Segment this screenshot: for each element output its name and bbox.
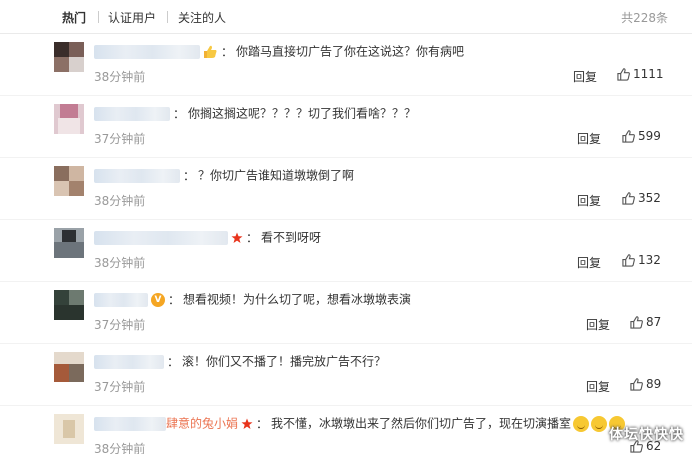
tab-hot[interactable]: 热门 (62, 9, 86, 26)
star-icon (241, 418, 253, 429)
comment-total-count: 共228条 (621, 11, 668, 25)
like-count: 1111 (633, 67, 664, 81)
comment-text: 看不到呀呀 (261, 230, 322, 245)
comment-time: 37分钟前 (94, 132, 146, 146)
comment-item: ：看不到呀呀 38分钟前 回复 132 (0, 220, 692, 282)
thumbs-up-icon (630, 378, 643, 391)
avatar[interactable] (54, 290, 84, 320)
reply-button[interactable]: 回复 (586, 316, 610, 333)
like-count: 132 (638, 253, 661, 267)
comment-time: 38分钟前 (94, 256, 146, 270)
comment-item: ：你搁这搁这呢？？？？切了我们看啥？？？ 37分钟前 回复 599 (0, 96, 692, 158)
username[interactable]: 肆意的兔小娟 (166, 417, 238, 431)
tab-following[interactable]: 关注的人 (178, 9, 226, 26)
like-button[interactable]: 352 (622, 191, 661, 205)
avatar[interactable] (54, 166, 84, 196)
reply-button[interactable]: 回复 (577, 254, 601, 271)
avatar[interactable] (54, 42, 84, 72)
comment-item: V：想看视频！为什么切了呢，想看冰墩墩表演 37分钟前 回复 87 (0, 282, 692, 344)
thumbs-up-icon (622, 254, 635, 267)
username-blurred[interactable] (94, 106, 170, 121)
comment-time: 37分钟前 (94, 380, 146, 394)
comment-text: 滚！你们又不播了！播完放广告不行？ (182, 354, 387, 369)
like-button[interactable]: 87 (630, 315, 661, 329)
avatar[interactable] (54, 352, 84, 382)
star-icon (231, 232, 243, 243)
comment-item: ：滚！你们又不播了！播完放广告不行？ 37分钟前 回复 89 (0, 344, 692, 406)
comment-text: 想看视频！为什么切了呢，想看冰墩墩表演 (183, 292, 412, 307)
comment-time: 37分钟前 (94, 318, 146, 332)
tab-verified-users[interactable]: 认证用户 (108, 9, 156, 26)
watermark: 体坛快快快 (609, 427, 684, 443)
tab-divider (167, 11, 168, 23)
reply-button[interactable]: 回复 (577, 192, 601, 209)
reply-button[interactable]: 回复 (577, 130, 601, 147)
avatar[interactable] (54, 228, 84, 258)
thumbs-up-icon (617, 68, 630, 81)
username-blurred[interactable] (94, 416, 166, 431)
comment-text: 你搁这搁这呢？？？？切了我们看啥？？？ (188, 106, 417, 121)
comment-text: 你踏马直接切广告了你在这说这？你有病吧 (236, 44, 465, 59)
like-button[interactable]: 599 (622, 129, 661, 143)
like-button[interactable]: 89 (630, 377, 661, 391)
username-blurred[interactable] (94, 354, 164, 369)
thumbs-up-icon (622, 192, 635, 205)
comment-filter-tabs: 热门 认证用户 关注的人 共228条 (0, 0, 692, 34)
comment-text: ？你切广告谁知道墩墩倒了啊 (198, 168, 355, 183)
comment-time: 38分钟前 (94, 442, 146, 454)
comment-item: ：？你切广告谁知道墩墩倒了啊 38分钟前 回复 352 (0, 158, 692, 220)
reply-button[interactable]: 回复 (573, 68, 597, 85)
reply-button[interactable]: 回复 (586, 378, 610, 395)
username-blurred[interactable] (94, 230, 228, 245)
comment-time: 38分钟前 (94, 70, 146, 84)
thumbs-up-icon (630, 316, 643, 329)
like-count: 89 (646, 377, 662, 391)
like-button[interactable]: 1111 (617, 67, 664, 81)
comment-time: 38分钟前 (94, 194, 146, 208)
comment-text: 我不懂，冰墩墩出来了然后你们切广告了，现在切演播室 (271, 416, 572, 431)
avatar[interactable] (54, 414, 84, 444)
like-count: 87 (646, 315, 662, 329)
like-count: 352 (638, 191, 661, 205)
tab-divider (98, 11, 99, 23)
username-blurred[interactable] (94, 168, 180, 183)
username-blurred[interactable] (94, 292, 148, 307)
username-blurred[interactable] (94, 44, 200, 59)
grin-emoji-icon (591, 415, 608, 432)
avatar[interactable] (54, 104, 84, 134)
comment-item: ：你踏马直接切广告了你在这说这？你有病吧 38分钟前 回复 1111 (0, 34, 692, 96)
comment-item: 肆意的兔小娟：我不懂，冰墩墩出来了然后你们切广告了，现在切演播室 38分钟前 6… (0, 406, 692, 454)
hand-icon (202, 45, 218, 59)
thumbs-up-icon (622, 130, 635, 143)
like-button[interactable]: 132 (622, 253, 661, 267)
grin-emoji-icon (573, 415, 590, 432)
verified-icon: V (151, 292, 165, 307)
like-count: 599 (638, 129, 661, 143)
